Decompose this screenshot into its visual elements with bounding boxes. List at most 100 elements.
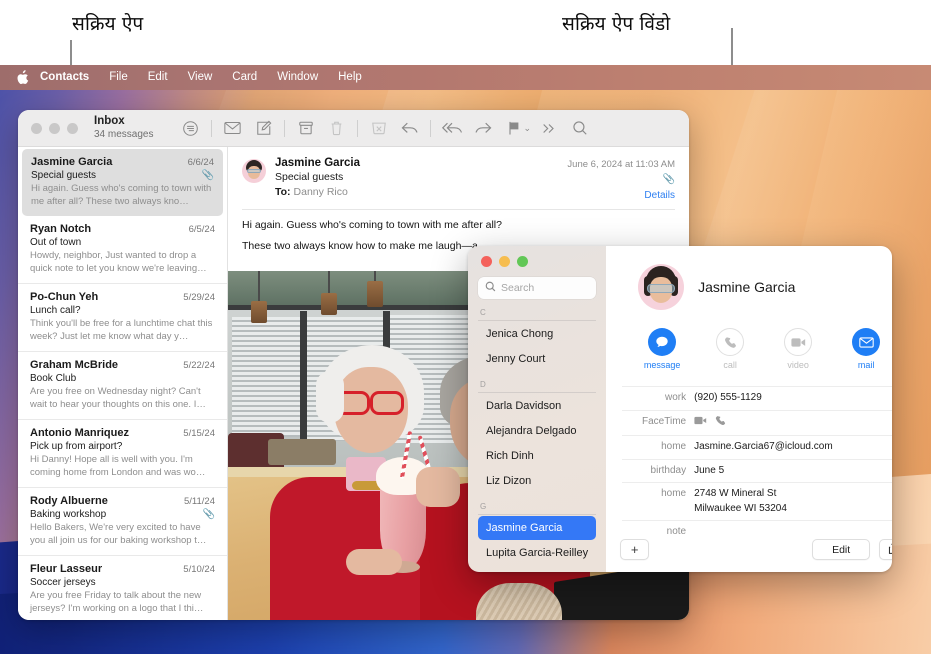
delete-icon[interactable]: [321, 113, 352, 143]
video-camera-icon[interactable]: [694, 416, 707, 431]
attachment-icon: 📎: [202, 170, 214, 181]
contact-list-item[interactable]: Darla Davidson: [478, 394, 596, 418]
contacts-window: Search C Jenica Chong Jenny Court D Darl…: [468, 246, 892, 572]
message-date: 5/22/24: [183, 360, 215, 371]
message-subject: Baking workshop: [30, 509, 106, 520]
video-action-button[interactable]: video: [772, 328, 824, 370]
message-list-item[interactable]: Po-Chun Yeh 5/29/24 Lunch call? Think yo…: [18, 284, 227, 352]
archive-icon[interactable]: [290, 113, 321, 143]
message-bubble-icon: [648, 328, 676, 356]
contact-field-row: home Jasmine.Garcia67@icloud.com: [622, 436, 892, 460]
message-list-item[interactable]: Jasmine Garcia 6/6/24 Special guests 📎 H…: [22, 149, 223, 216]
message-action-label: message: [636, 360, 688, 370]
minimize-button[interactable]: [49, 123, 60, 134]
message-subject: Book Club: [30, 373, 76, 384]
menu-item-window[interactable]: Window: [267, 65, 328, 90]
mail-action-button[interactable]: mail: [840, 328, 892, 370]
to-value: Danny Rico: [294, 186, 348, 198]
minimize-button[interactable]: [499, 256, 510, 267]
message-body-paragraph: Hi again. Guess who's coming to town wit…: [228, 210, 689, 231]
attachment-icon: 📎: [203, 509, 215, 520]
field-label: note: [622, 525, 694, 540]
message-header: Jasmine Garcia Special guests To:Danny R…: [228, 147, 689, 201]
call-action-button[interactable]: call: [704, 328, 756, 370]
contact-list-item[interactable]: Liz Dizon: [478, 469, 596, 493]
details-link[interactable]: Details: [567, 190, 675, 201]
field-value-email[interactable]: Jasmine.Garcia67@icloud.com: [694, 440, 833, 455]
mail-action-label: mail: [840, 360, 892, 370]
attachment-icon: 📎: [567, 174, 675, 185]
message-sender: Fleur Lasseur: [30, 563, 102, 575]
mailbox-message-count: 34 messages: [94, 129, 153, 141]
contact-list-item[interactable]: Jenny Court: [478, 347, 596, 371]
screenshot-root: सक्रिय ऐप सक्रिय ऐप विंडो Contacts File …: [0, 0, 931, 654]
menu-item-card[interactable]: Card: [222, 65, 267, 90]
forward-icon[interactable]: [467, 113, 498, 143]
toolbar-separator: [430, 120, 431, 137]
menu-item-contacts[interactable]: Contacts: [34, 65, 99, 90]
contacts-group-header-g: G: [478, 502, 596, 515]
zoom-button[interactable]: [67, 123, 78, 134]
message-date: 5/11/24: [184, 496, 215, 507]
menu-item-view[interactable]: View: [178, 65, 223, 90]
contact-field-row: FaceTime: [622, 411, 892, 437]
junk-icon[interactable]: [363, 113, 394, 143]
message-subject: Soccer jerseys: [30, 577, 96, 588]
message-list-item[interactable]: Ryan Notch 6/5/24 Out of town Howdy, nei…: [18, 216, 227, 284]
message-preview: Hello Bakers, We're very excited to have…: [30, 522, 215, 547]
search-input[interactable]: Search: [478, 277, 596, 299]
mark-unread-icon[interactable]: [217, 113, 248, 143]
mail-message-list[interactable]: Jasmine Garcia 6/6/24 Special guests 📎 H…: [18, 147, 228, 620]
message-list-item[interactable]: Graham McBride 5/22/24 Book Club Are you…: [18, 352, 227, 420]
video-action-label: video: [772, 360, 824, 370]
phone-icon[interactable]: [715, 415, 726, 432]
menu-item-help[interactable]: Help: [328, 65, 372, 90]
contact-list-item[interactable]: Alejandra Delgado: [478, 419, 596, 443]
add-contact-button[interactable]: +: [620, 539, 649, 560]
mail-toolbar-icons: ⌄: [175, 113, 595, 143]
contact-list-item-selected[interactable]: Jasmine Garcia: [478, 516, 596, 540]
contact-list-item[interactable]: Jenica Chong: [478, 322, 596, 346]
field-label: home: [622, 440, 694, 455]
message-list-item[interactable]: Fleur Lasseur 5/10/24 Soccer jerseys Are…: [18, 556, 227, 620]
message-list-item[interactable]: Rody Albuerne 5/11/24 Baking workshop 📎 …: [18, 488, 227, 556]
contacts-window-controls[interactable]: [481, 256, 596, 267]
message-action-button[interactable]: message: [636, 328, 688, 370]
contact-list-item[interactable]: Lupita Garcia-Reilley: [478, 541, 596, 565]
message-sender-name: Jasmine Garcia: [275, 157, 567, 169]
share-button[interactable]: [879, 539, 892, 560]
more-icon[interactable]: [533, 113, 564, 143]
field-label: work: [622, 391, 694, 406]
avatar[interactable]: [638, 264, 684, 310]
search-icon[interactable]: [564, 113, 595, 143]
field-value-phone[interactable]: (920) 555-1129: [694, 391, 762, 406]
contact-list-item[interactable]: Rich Dinh: [478, 444, 596, 468]
contacts-group-header-d: D: [478, 380, 596, 393]
compose-icon[interactable]: [248, 113, 279, 143]
annotation-label-active-app: सक्रिय ऐप: [72, 10, 143, 36]
zoom-button[interactable]: [517, 256, 528, 267]
chevron-down-icon[interactable]: ⌄: [523, 123, 531, 134]
close-button[interactable]: [481, 256, 492, 267]
contact-quick-actions: message call video: [622, 328, 892, 370]
edit-button[interactable]: Edit: [812, 539, 870, 560]
filter-icon[interactable]: [175, 113, 206, 143]
mail-window-controls[interactable]: [18, 123, 78, 134]
message-recipient: To:Danny Rico: [275, 186, 567, 198]
video-camera-icon: [784, 328, 812, 356]
message-sender: Po-Chun Yeh: [30, 291, 98, 303]
close-button[interactable]: [31, 123, 42, 134]
menu-item-edit[interactable]: Edit: [138, 65, 178, 90]
contact-fields: work (920) 555-1129 FaceTime: [622, 386, 892, 544]
menu-item-file[interactable]: File: [99, 65, 138, 90]
contacts-group-header-c: C: [478, 308, 596, 321]
mail-mailbox-title: Inbox 34 messages: [94, 115, 153, 141]
message-list-item[interactable]: Antonio Manriquez 5/15/24 Pick up from a…: [18, 420, 227, 488]
contacts-sidebar: Search C Jenica Chong Jenny Court D Darl…: [468, 246, 606, 572]
reply-icon[interactable]: [394, 113, 425, 143]
phone-icon: [716, 328, 744, 356]
field-value-address[interactable]: 2748 W Mineral St Milwaukee WI 53204: [694, 487, 787, 516]
apple-logo-icon[interactable]: [10, 65, 34, 90]
reply-all-icon[interactable]: [436, 113, 467, 143]
annotation-leader-line-active-app-window: [731, 28, 733, 67]
